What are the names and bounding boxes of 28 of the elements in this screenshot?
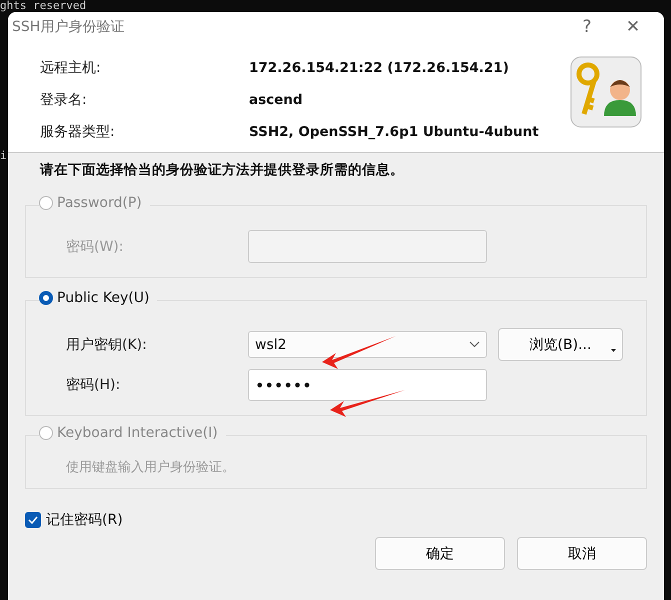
- dropdown-caret-icon: [611, 349, 616, 352]
- remember-password-checkbox[interactable]: 记住密码(R): [25, 511, 647, 529]
- checkmark-icon: [28, 516, 38, 524]
- key-dropdown[interactable]: wsl2: [248, 331, 487, 358]
- key-user-icon: [570, 56, 642, 128]
- instruction-text: 请在下面选择恰当的身份验证方法并提供登录所需的信息。: [38, 161, 405, 180]
- field-label: 密码(W):: [66, 238, 124, 256]
- terminal-text: i: [0, 149, 8, 162]
- terminal-text: ghts reserved: [0, 0, 86, 12]
- info-value: SSH2, OpenSSH_7.6p1 Ubuntu-4ubunt: [249, 123, 540, 142]
- password-field[interactable]: [248, 230, 487, 263]
- info-label: 登录名:: [40, 91, 88, 110]
- window-title: SSH用户身份验证: [12, 18, 126, 36]
- passphrase-field[interactable]: ••••••: [248, 369, 487, 401]
- field-label: 密码(H):: [66, 376, 122, 394]
- info-value: 172.26.154.21:22 (172.26.154.21): [249, 59, 510, 78]
- method-description: 使用键盘输入用户身份验证。: [65, 460, 235, 475]
- browse-button[interactable]: 浏览(B)...: [498, 328, 623, 361]
- info-label: 服务器类型:: [40, 123, 116, 142]
- auth-method-radio[interactable]: Public Key(U): [39, 290, 158, 306]
- info-value: ascend: [249, 91, 304, 110]
- close-button[interactable]: ✕: [610, 17, 656, 37]
- ok-button[interactable]: 确定: [375, 537, 505, 570]
- field-label: 用户密钥(K):: [66, 336, 148, 354]
- chevron-down-icon: [469, 341, 480, 348]
- info-label: 远程主机:: [40, 59, 102, 78]
- help-button[interactable]: ?: [564, 17, 610, 37]
- cancel-button[interactable]: 取消: [517, 537, 647, 570]
